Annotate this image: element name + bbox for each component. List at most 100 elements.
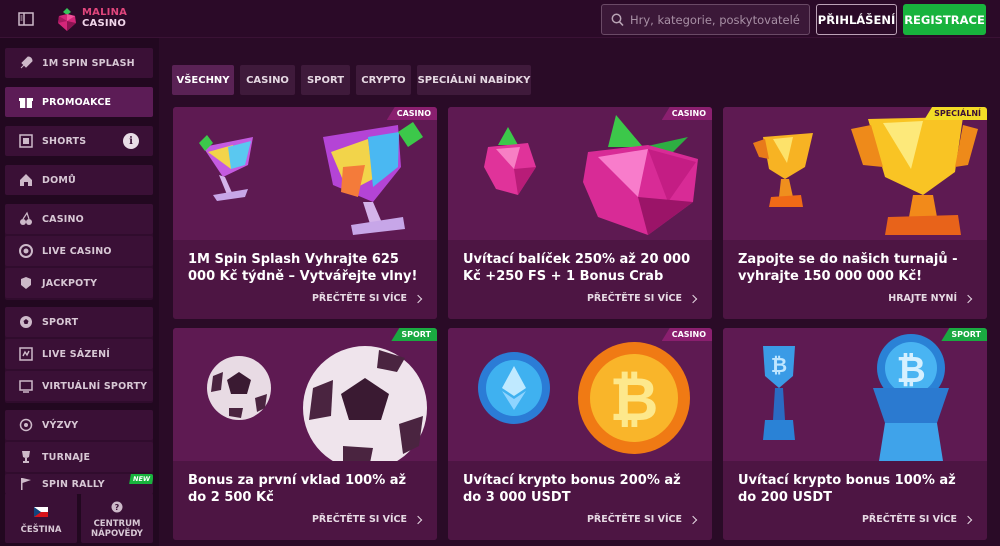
sidebar-item-domu[interactable]: DOMŮ	[5, 165, 153, 195]
category-badge: SPORT	[941, 328, 987, 341]
sidebar: 1M SPIN SPLASH PROMOAKCE SHORTS i DOMŮ C…	[0, 38, 159, 546]
sidebar-item-label: LIVE CASINO	[42, 245, 112, 257]
sidebar-item-label: SPORT	[42, 316, 79, 328]
category-badge: SPECIÁLNÍ	[924, 107, 987, 120]
chevron-right-icon	[688, 294, 698, 303]
category-badge: CASINO	[661, 107, 712, 120]
trophy-large-icon	[851, 117, 978, 235]
read-more-link[interactable]: PŘEČTĚTE SI VÍCE	[586, 293, 698, 304]
czech-flag-icon	[34, 502, 48, 521]
language-label: ČEŠTINA	[20, 524, 62, 535]
football-large-icon	[303, 346, 427, 461]
raspberry-logo-icon	[58, 8, 76, 31]
home-icon	[18, 172, 34, 188]
promo-title: Uvítací balíček 250% až 20 000 Kč +250 F…	[463, 252, 691, 284]
help-label-line2: NÁPOVĚDY	[91, 528, 143, 539]
malina-casino-logo[interactable]: MALINA CASINO	[55, 5, 135, 33]
read-more-label: PŘEČTĚTE SI VÍCE	[311, 514, 407, 525]
category-badge: SPORT	[391, 328, 437, 341]
play-now-label: HRAJTE NYNÍ	[888, 293, 957, 304]
main-content: VŠECHNY CASINO SPORT CRYPTO SPECIÁLNÍ NA…	[159, 38, 1000, 546]
sidebar-item-1m-spin-splash[interactable]: 1M SPIN SPLASH	[5, 48, 153, 78]
promo-title: 1M Spin Splash Vyhrajte 625 000 Kč týdně…	[188, 252, 418, 284]
promo-card[interactable]: CASINO Uvítací balíček 250% až 20 000 Kč…	[448, 107, 712, 319]
crown-icon	[18, 275, 34, 291]
sidebar-item-live-casino[interactable]: LIVE CASINO	[5, 236, 153, 266]
chip-icon	[18, 243, 34, 259]
read-more-label: PŘEČTĚTE SI VÍCE	[311, 293, 407, 304]
search-input[interactable]	[630, 5, 806, 34]
promo-image-raspberries: CASINO	[448, 107, 712, 240]
cocktail-small-icon	[199, 135, 253, 201]
bitcoin-coin-icon: ₿	[578, 342, 690, 454]
language-selector[interactable]: ČEŠTINA	[5, 493, 77, 543]
chevron-right-icon	[963, 294, 973, 303]
read-more-link[interactable]: PŘEČTĚTE SI VÍCE	[311, 514, 423, 525]
svg-text:₿: ₿	[771, 353, 787, 377]
target-icon	[18, 417, 34, 433]
sidebar-item-label: SHORTS	[42, 135, 87, 147]
crypto-trophy-large-icon: ₿	[873, 334, 949, 461]
logo-text-malina: MALINA	[82, 7, 128, 18]
read-more-label: PŘEČTĚTE SI VÍCE	[586, 293, 682, 304]
sidebar-item-jackpoty[interactable]: JACKPOTY	[5, 268, 153, 298]
promo-card[interactable]: ₿ ₿ SPORT Uvítací krypto bonus 100% až d…	[723, 328, 987, 540]
sidebar-item-label: 1M SPIN SPLASH	[42, 57, 135, 69]
raspberry-large-icon	[583, 115, 698, 235]
ethereum-coin-icon	[478, 352, 550, 424]
read-more-link[interactable]: PŘEČTĚTE SI VÍCE	[311, 293, 423, 304]
sidebar-item-vyzvy[interactable]: VÝZVY	[5, 410, 153, 440]
read-more-link[interactable]: PŘEČTĚTE SI VÍCE	[586, 514, 698, 525]
sidebar-item-label: CASINO	[42, 213, 84, 225]
login-button[interactable]: PŘIHLÁŠENÍ	[816, 4, 897, 35]
tab-sport[interactable]: SPORT	[301, 65, 350, 95]
sidebar-item-virtualni-sporty[interactable]: VIRTUÁLNÍ SPORTY	[5, 371, 153, 401]
info-icon[interactable]: i	[123, 133, 139, 149]
search-box[interactable]	[601, 4, 810, 35]
tab-crypto[interactable]: CRYPTO	[356, 65, 411, 95]
sidebar-item-label: VIRTUÁLNÍ SPORTY	[42, 380, 148, 392]
svg-text:₿: ₿	[896, 350, 925, 391]
flag-icon	[18, 476, 34, 492]
promo-card[interactable]: SPORT Bonus za první vklad 100% až do 2 …	[173, 328, 437, 540]
register-button[interactable]: REGISTRACE	[903, 4, 986, 35]
promo-card[interactable]: CASINO 1M Spin Splash Vyhrajte 625 000 K…	[173, 107, 437, 319]
cherries-icon	[18, 211, 34, 227]
trophy-small-icon	[753, 133, 813, 207]
read-more-label: PŘEČTĚTE SI VÍCE	[861, 514, 957, 525]
promo-title: Uvítací krypto bonus 200% až do 3 000 US…	[463, 473, 681, 505]
virtual-icon	[18, 378, 34, 394]
chevron-right-icon	[963, 515, 973, 524]
sidebar-item-sport[interactable]: SPORT	[5, 307, 153, 337]
tab-casino[interactable]: CASINO	[240, 65, 295, 95]
promo-image-crypto-trophies: ₿ ₿ SPORT	[723, 328, 987, 461]
tab-specialni-nabidky[interactable]: SPECIÁLNÍ NABÍDKY	[417, 65, 531, 95]
read-more-label: PŘEČTĚTE SI VÍCE	[586, 514, 682, 525]
sidebar-item-live-sazeni[interactable]: LIVE SÁZENÍ	[5, 339, 153, 369]
sidebar-item-label: DOMŮ	[42, 174, 76, 186]
help-center-button[interactable]: ? CENTRUM NÁPOVĚDY	[81, 493, 153, 543]
sidebar-item-casino[interactable]: CASINO	[5, 204, 153, 234]
sidebar-item-label: LIVE SÁZENÍ	[42, 348, 110, 360]
sidebar-toggle-icon[interactable]	[17, 10, 35, 28]
tab-vsechny[interactable]: VŠECHNY	[172, 65, 234, 95]
sidebar-item-turnaje[interactable]: TURNAJE	[5, 442, 153, 472]
promo-card[interactable]: SPECIÁLNÍ Zapojte se do našich turnajů -…	[723, 107, 987, 319]
sidebar-item-label: PROMOAKCE	[42, 96, 112, 108]
gift-icon	[18, 94, 34, 110]
crypto-trophy-small-icon: ₿	[763, 346, 795, 440]
sidebar-item-promoakce[interactable]: PROMOAKCE	[5, 87, 153, 117]
rocket-icon	[18, 55, 34, 71]
read-more-link[interactable]: PŘEČTĚTE SI VÍCE	[861, 514, 973, 525]
top-header: MALINA CASINO PŘIHLÁŠENÍ REGISTRACE	[0, 0, 1000, 38]
sidebar-item-spin-rally[interactable]: SPIN RALLY NEW	[5, 474, 153, 494]
sidebar-item-shorts[interactable]: SHORTS i	[5, 126, 153, 156]
play-now-link[interactable]: HRAJTE NYNÍ	[888, 293, 973, 304]
promo-image-footballs: SPORT	[173, 328, 437, 461]
sidebar-item-label: TURNAJE	[42, 451, 91, 463]
sidebar-item-label: SPIN RALLY	[42, 478, 105, 490]
promo-card[interactable]: ₿ CASINO Uvítací krypto bonus 200% až do…	[448, 328, 712, 540]
chevron-right-icon	[413, 515, 423, 524]
trophy-icon	[18, 449, 34, 465]
chevron-right-icon	[688, 515, 698, 524]
